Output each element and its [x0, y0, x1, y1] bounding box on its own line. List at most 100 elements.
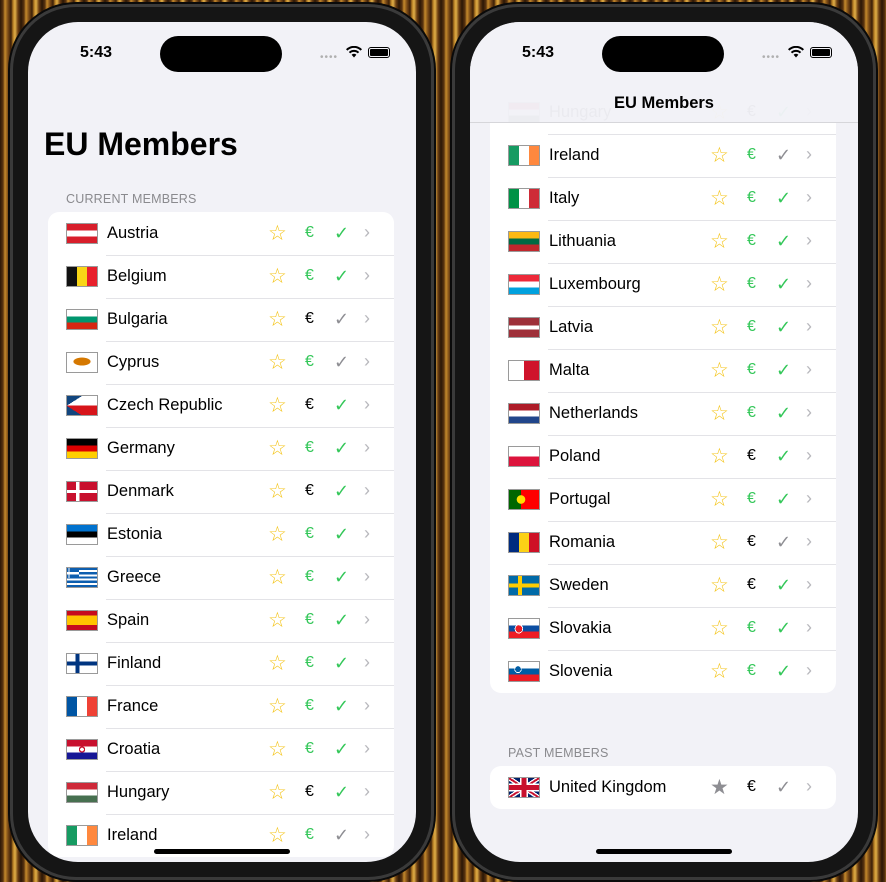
- current-row-denmark[interactable]: Denmark ☆ € ✓ ›: [48, 470, 394, 513]
- euro-icon: €: [747, 490, 756, 507]
- star-outline-icon[interactable]: ☆: [268, 694, 287, 719]
- row-separator: [106, 771, 394, 772]
- euro-icon: €: [747, 447, 756, 464]
- star-outline-icon[interactable]: ☆: [268, 780, 287, 805]
- euro-icon: €: [305, 611, 314, 628]
- star-outline-icon[interactable]: ☆: [268, 350, 287, 375]
- country-name: Germany: [107, 439, 175, 457]
- past-row-united-kingdom[interactable]: United Kingdom ★ € ✓ ›: [490, 766, 836, 809]
- current-scrolled-row-slovakia[interactable]: Slovakia ☆ € ✓ ›: [490, 607, 836, 650]
- country-name: Czech Republic: [107, 396, 223, 414]
- country-name: Ireland: [107, 826, 158, 844]
- current-scrolled-row-sweden[interactable]: Sweden ☆ € ✓ ›: [490, 564, 836, 607]
- phone-left: 5:43 •••• EU Members CURRENT MEMBERS Aus…: [10, 4, 434, 880]
- current-scrolled-row-poland[interactable]: Poland ☆ € ✓ ›: [490, 435, 836, 478]
- row-separator: [548, 521, 836, 522]
- current-row-spain[interactable]: Spain ☆ € ✓ ›: [48, 599, 394, 642]
- star-outline-icon[interactable]: ☆: [710, 444, 729, 469]
- star-outline-icon[interactable]: ☆: [710, 659, 729, 684]
- checkmark-icon: ✓: [776, 489, 792, 509]
- current-scrolled-row-latvia[interactable]: Latvia ☆ € ✓ ›: [490, 306, 836, 349]
- current-row-czech-republic[interactable]: Czech Republic ☆ € ✓ ›: [48, 384, 394, 427]
- euro-icon: €: [305, 697, 314, 714]
- star-outline-icon[interactable]: ☆: [268, 264, 287, 289]
- star-outline-icon[interactable]: ☆: [710, 143, 729, 168]
- checkmark-icon: ✓: [776, 532, 792, 552]
- checkmark-icon: ✓: [776, 777, 792, 797]
- current-scrolled-row-ireland[interactable]: Ireland ☆ € ✓ ›: [490, 134, 836, 177]
- belgium-flag-icon: [66, 266, 98, 287]
- star-outline-icon[interactable]: ☆: [710, 401, 729, 426]
- country-name: Italy: [549, 189, 580, 207]
- star-outline-icon[interactable]: ☆: [268, 221, 287, 246]
- star-outline-icon[interactable]: ☆: [268, 608, 287, 633]
- current-row-croatia[interactable]: Croatia ☆ € ✓ ›: [48, 728, 394, 771]
- country-name: Hungary: [107, 783, 170, 801]
- euro-icon: €: [747, 404, 756, 421]
- current-row-estonia[interactable]: Estonia ☆ € ✓ ›: [48, 513, 394, 556]
- star-outline-icon[interactable]: ☆: [268, 565, 287, 590]
- wifi-icon: [346, 46, 362, 58]
- star-outline-icon[interactable]: ☆: [268, 393, 287, 418]
- ireland-flag-icon: [508, 145, 540, 166]
- row-separator: [106, 384, 394, 385]
- current-row-cyprus[interactable]: Cyprus ☆ € ✓ ›: [48, 341, 394, 384]
- poland-flag-icon: [508, 446, 540, 467]
- row-separator: [106, 685, 394, 686]
- star-outline-icon[interactable]: ☆: [710, 186, 729, 211]
- star-filled-icon[interactable]: ★: [710, 775, 729, 800]
- current-scrolled-row-lithuania[interactable]: Lithuania ☆ € ✓ ›: [490, 220, 836, 263]
- star-outline-icon[interactable]: ☆: [268, 823, 287, 848]
- chevron-right-icon: ›: [806, 187, 812, 207]
- current-row-finland[interactable]: Finland ☆ € ✓ ›: [48, 642, 394, 685]
- star-outline-icon[interactable]: ☆: [710, 530, 729, 555]
- euro-icon: €: [747, 189, 756, 206]
- current-row-germany[interactable]: Germany ☆ € ✓ ›: [48, 427, 394, 470]
- chevron-right-icon: ›: [806, 144, 812, 164]
- euro-icon: €: [305, 224, 314, 241]
- country-name: Netherlands: [549, 404, 638, 422]
- estonia-flag-icon: [66, 524, 98, 545]
- current-row-greece[interactable]: Greece ☆ € ✓ ›: [48, 556, 394, 599]
- star-outline-icon[interactable]: ☆: [268, 479, 287, 504]
- chevron-right-icon: ›: [364, 609, 370, 629]
- checkmark-icon: ✓: [334, 739, 350, 759]
- current-scrolled-row-luxembourg[interactable]: Luxembourg ☆ € ✓ ›: [490, 263, 836, 306]
- row-separator: [106, 556, 394, 557]
- section-header-past: PAST MEMBERS: [508, 746, 609, 760]
- current-row-hungary[interactable]: Hungary ☆ € ✓ ›: [48, 771, 394, 814]
- current-scrolled-row-slovenia[interactable]: Slovenia ☆ € ✓ ›: [490, 650, 836, 693]
- row-separator: [106, 728, 394, 729]
- star-outline-icon[interactable]: ☆: [710, 616, 729, 641]
- star-outline-icon[interactable]: ☆: [710, 487, 729, 512]
- star-outline-icon[interactable]: ☆: [710, 573, 729, 598]
- current-scrolled-row-italy[interactable]: Italy ☆ € ✓ ›: [490, 177, 836, 220]
- star-outline-icon[interactable]: ☆: [268, 737, 287, 762]
- star-outline-icon[interactable]: ☆: [268, 436, 287, 461]
- star-outline-icon[interactable]: ☆: [710, 358, 729, 383]
- star-outline-icon[interactable]: ☆: [710, 229, 729, 254]
- star-outline-icon[interactable]: ☆: [268, 651, 287, 676]
- current-scrolled-row-romania[interactable]: Romania ☆ € ✓ ›: [490, 521, 836, 564]
- star-outline-icon[interactable]: ☆: [268, 307, 287, 332]
- chevron-right-icon: ›: [806, 776, 812, 796]
- spain-flag-icon: [66, 610, 98, 631]
- current-row-bulgaria[interactable]: Bulgaria ☆ € ✓ ›: [48, 298, 394, 341]
- country-name: Bulgaria: [107, 310, 168, 328]
- current-scrolled-row-portugal[interactable]: Portugal ☆ € ✓ ›: [490, 478, 836, 521]
- current-row-belgium[interactable]: Belgium ☆ € ✓ ›: [48, 255, 394, 298]
- country-name: Luxembourg: [549, 275, 641, 293]
- home-indicator: [596, 849, 732, 854]
- checkmark-icon: ✓: [334, 223, 350, 243]
- star-outline-icon[interactable]: ☆: [268, 522, 287, 547]
- current-row-austria[interactable]: Austria ☆ € ✓ ›: [48, 212, 394, 255]
- slovenia-flag-icon: [508, 661, 540, 682]
- row-separator: [548, 607, 836, 608]
- checkmark-icon: ✓: [334, 825, 350, 845]
- row-separator: [106, 642, 394, 643]
- current-scrolled-row-netherlands[interactable]: Netherlands ☆ € ✓ ›: [490, 392, 836, 435]
- current-row-france[interactable]: France ☆ € ✓ ›: [48, 685, 394, 728]
- star-outline-icon[interactable]: ☆: [710, 315, 729, 340]
- current-scrolled-row-malta[interactable]: Malta ☆ € ✓ ›: [490, 349, 836, 392]
- star-outline-icon[interactable]: ☆: [710, 272, 729, 297]
